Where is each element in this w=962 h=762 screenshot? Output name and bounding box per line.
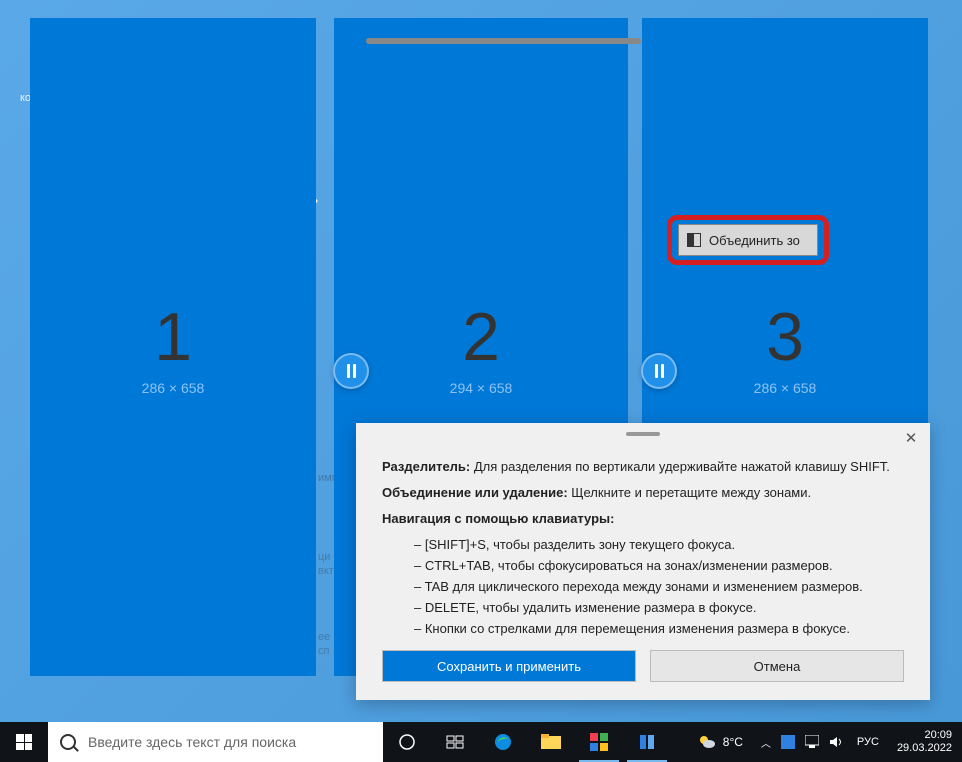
start-button[interactable] <box>0 722 48 762</box>
windows-logo-icon <box>16 734 32 750</box>
merge-button-label: Объединить зо <box>709 233 800 248</box>
help-panel: ✕ Разделитель: Для разделения по вертика… <box>356 423 930 700</box>
tray-app-icon[interactable] <box>781 735 795 749</box>
taskbar: Введите здесь текст для поиска 8°C ︿ РУС… <box>0 722 962 762</box>
merge-icon <box>687 233 701 247</box>
grip-icon[interactable] <box>626 432 660 436</box>
zone-number: 3 <box>766 298 804 376</box>
zone-number: 2 <box>462 298 500 376</box>
app-button[interactable] <box>623 722 671 762</box>
save-apply-button[interactable]: Сохранить и применить <box>382 650 636 682</box>
help-row: Навигация с помощью клавиатуры: <box>382 509 904 529</box>
volume-icon[interactable] <box>829 735 843 749</box>
zone-dimensions: 286 × 658 <box>754 380 817 396</box>
help-row: Объединение или удаление: Щелкните и пер… <box>382 483 904 503</box>
merge-zones-button[interactable]: Объединить зо <box>678 224 818 256</box>
zone-number: 1 <box>154 298 192 376</box>
search-icon <box>60 734 76 750</box>
help-list: – [SHIFT]+S, чтобы разделить зону текуще… <box>382 535 904 639</box>
tray-chevron-icon[interactable]: ︿ <box>761 735 771 750</box>
close-button[interactable]: ✕ <box>902 429 920 447</box>
powertoys-editor-button[interactable] <box>575 722 623 762</box>
highlight-annotation: Объединить зо <box>667 215 829 265</box>
zone-dimensions: 286 × 658 <box>142 380 205 396</box>
cancel-button[interactable]: Отмена <box>650 650 904 682</box>
system-tray: 8°C ︿ РУС 20:09 29.03.2022 <box>697 722 962 762</box>
cortana-button[interactable] <box>383 722 431 762</box>
divider-handle-2[interactable] <box>641 353 677 389</box>
help-header[interactable]: ✕ <box>356 423 930 451</box>
zone-1[interactable]: 1 286 × 658 <box>30 18 316 676</box>
edge-button[interactable] <box>479 722 527 762</box>
clock[interactable]: 20:09 29.03.2022 <box>897 729 952 755</box>
drag-handle-top[interactable] <box>366 38 641 44</box>
weather-icon <box>697 732 717 752</box>
help-body: Разделитель: Для разделения по вертикали… <box>356 451 930 650</box>
help-row: Разделитель: Для разделения по вертикали… <box>382 457 904 477</box>
network-icon[interactable] <box>805 735 819 749</box>
task-view-button[interactable] <box>431 722 479 762</box>
weather-widget[interactable]: 8°C <box>697 732 743 752</box>
language-indicator[interactable]: РУС <box>857 736 879 748</box>
file-explorer-button[interactable] <box>527 722 575 762</box>
search-input[interactable]: Введите здесь текст для поиска <box>48 722 383 762</box>
divider-handle-1[interactable] <box>333 353 369 389</box>
search-placeholder: Введите здесь текст для поиска <box>88 734 296 750</box>
zone-dimensions: 294 × 658 <box>450 380 513 396</box>
